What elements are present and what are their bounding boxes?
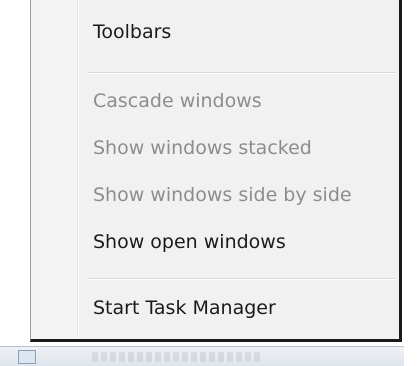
menu-item-start-task-manager[interactable]: Start Task Manager	[93, 296, 276, 320]
menu-separator	[87, 72, 395, 74]
menu-item-toolbars[interactable]: Toolbars	[93, 20, 171, 44]
gutter-divider-highlight	[78, 0, 79, 339]
menu-item-show-windows-stacked[interactable]: Show windows stacked	[93, 136, 312, 160]
taskbar-context-menu: Toolbars Cascade windows Show windows st…	[0, 0, 420, 366]
menu-item-show-windows-side-by-side[interactable]: Show windows side by side	[93, 183, 352, 207]
menu-separator	[87, 278, 395, 280]
menu-icon-gutter	[31, 0, 77, 339]
menu-frame: Toolbars Cascade windows Show windows st…	[30, 0, 402, 342]
window-icon	[18, 350, 36, 364]
menu-item-cascade-windows[interactable]: Cascade windows	[93, 89, 262, 113]
menu-item-show-open-windows[interactable]: Show open windows	[93, 230, 286, 254]
obscured-item	[92, 352, 262, 362]
